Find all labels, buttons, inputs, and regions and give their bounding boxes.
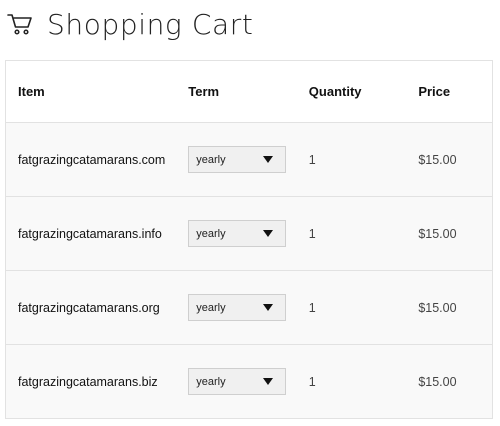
item-name: fatgrazingcatamarans.biz <box>18 374 158 389</box>
term-select-value: yearly <box>196 227 226 240</box>
term-cell: yearly <box>176 368 297 395</box>
quantity-value: 1 <box>308 152 316 167</box>
table-row: fatgrazingcatamarans.biz yearly 1 $15.00 <box>6 344 492 418</box>
chevron-down-icon <box>263 304 274 311</box>
table-row: fatgrazingcatamarans.com yearly 1 $15.00 <box>6 122 492 196</box>
chevron-down-icon <box>263 378 274 385</box>
item-name: fatgrazingcatamarans.info <box>18 226 162 241</box>
page-header: Shopping Cart <box>7 6 253 42</box>
term-select[interactable]: yearly <box>188 146 287 173</box>
term-select[interactable]: yearly <box>188 220 287 247</box>
item-name: fatgrazingcatamarans.org <box>18 300 160 315</box>
term-select-value: yearly <box>196 153 226 166</box>
term-cell: yearly <box>176 294 297 321</box>
price-value: $15.00 <box>418 300 457 315</box>
term-cell: yearly <box>176 220 297 247</box>
column-header-price: Price <box>418 84 451 99</box>
column-header-item: Item <box>18 84 45 99</box>
price-value: $15.00 <box>418 152 457 167</box>
table-row: fatgrazingcatamarans.org yearly 1 $15.00 <box>6 270 492 344</box>
term-select[interactable]: yearly <box>188 294 287 321</box>
quantity-value: 1 <box>308 374 316 389</box>
term-select-value: yearly <box>196 301 226 314</box>
page-title: Shopping Cart <box>47 7 254 41</box>
column-header-term: Term <box>188 84 220 99</box>
term-select[interactable]: yearly <box>188 368 287 395</box>
term-select-value: yearly <box>196 375 226 388</box>
quantity-value: 1 <box>308 300 316 315</box>
price-value: $15.00 <box>418 374 457 389</box>
chevron-down-icon <box>263 156 274 163</box>
shopping-cart-icon <box>7 12 33 36</box>
term-cell: yearly <box>176 146 297 173</box>
quantity-value: 1 <box>308 226 316 241</box>
item-name: fatgrazingcatamarans.com <box>18 152 166 167</box>
table-row: fatgrazingcatamarans.info yearly 1 $15.0… <box>6 196 492 270</box>
cart-table: Item Term Quantity Price fatgrazingcatam… <box>5 60 493 419</box>
column-header-quantity: Quantity <box>308 84 362 99</box>
chevron-down-icon <box>263 230 274 237</box>
price-value: $15.00 <box>418 226 457 241</box>
table-header-row: Item Term Quantity Price <box>6 61 492 122</box>
